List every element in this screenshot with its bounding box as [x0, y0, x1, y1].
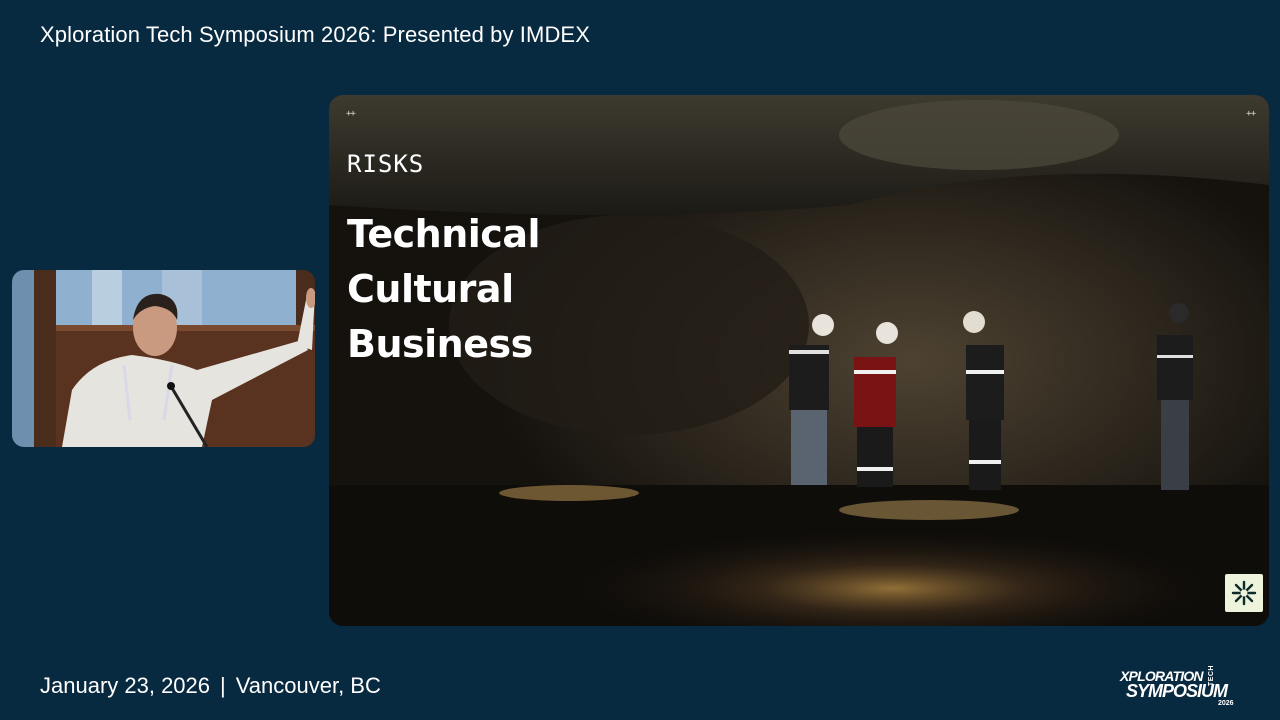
- presentation-slide: ++ ++ RISKS Technical Cultural Business: [329, 95, 1269, 626]
- speaker-video-feed: [12, 270, 315, 447]
- speaker-image: [12, 270, 315, 447]
- separator: |: [220, 673, 226, 698]
- risk-item-business: Business: [347, 322, 533, 366]
- logo-year: 2026: [1218, 700, 1234, 707]
- risk-list: Technical Cultural Business: [347, 207, 541, 372]
- event-date-location: January 23, 2026 | Vancouver, BC: [40, 673, 381, 699]
- logo-line-2: SYMPOSIUM: [1126, 681, 1228, 701]
- presentation-title: Xploration Tech Symposium 2026: Presente…: [40, 22, 590, 47]
- event-logo: XPLORATION TECH SYMPOSIUM 2026: [1118, 664, 1242, 710]
- corner-marker: ++: [1246, 109, 1256, 119]
- asterisk-x-logo-icon: [1231, 580, 1257, 606]
- risk-item-cultural: Cultural: [347, 267, 514, 311]
- slide-heading: RISKS: [347, 150, 425, 178]
- event-location: Vancouver, BC: [235, 673, 381, 698]
- brand-badge: [1225, 574, 1263, 612]
- corner-marker: ++: [346, 109, 356, 119]
- risk-item-technical: Technical: [347, 212, 541, 256]
- event-date: January 23, 2026: [40, 673, 211, 698]
